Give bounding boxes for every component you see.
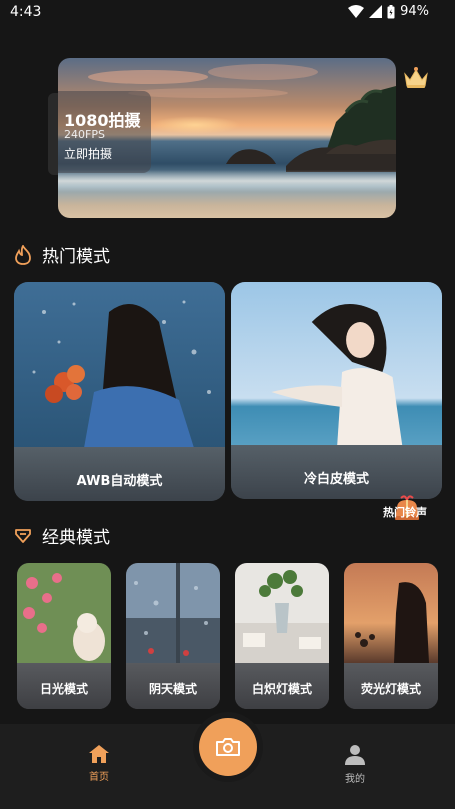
rocks	[226, 139, 396, 172]
girl-wind-photo	[231, 282, 442, 448]
vase-table-photo	[235, 563, 329, 663]
classic-section-header: 经典模式	[14, 523, 110, 548]
mode-card-label: 荧光灯模式	[360, 682, 421, 696]
camera-button[interactable]	[199, 718, 257, 776]
mode-card-awb[interactable]: AWB自动模式	[14, 282, 225, 501]
mode-card-daylight[interactable]: 日光模式	[17, 563, 111, 709]
hero-subtitle: 240FPS	[64, 128, 105, 141]
mode-card-cool-white[interactable]: 冷白皮模式	[231, 282, 442, 499]
status-bar: 4:43 94%	[0, 0, 455, 26]
home-icon	[89, 745, 109, 763]
mode-card-label: 阴天模式	[148, 682, 197, 696]
sunset-girl-photo	[344, 563, 438, 663]
nav-mine[interactable]: 我的	[325, 744, 385, 785]
mode-card-label: 冷白皮模式	[303, 472, 369, 487]
user-icon	[345, 745, 365, 765]
mode-card-cloudy[interactable]: 阴天模式	[126, 563, 220, 709]
hero-shoot-link[interactable]: 立即拍摄	[64, 145, 112, 162]
mode-card-label: 白炽灯模式	[251, 682, 312, 696]
flame-icon	[15, 244, 31, 265]
camera-icon	[216, 738, 240, 756]
rainy-window-photo	[126, 563, 220, 663]
mode-card-incandescent[interactable]: 白炽灯模式	[235, 563, 329, 709]
nav-home-label: 首页	[89, 772, 109, 783]
crown-icon[interactable]	[403, 66, 429, 90]
mode-card-fluorescent[interactable]: 荧光灯模式	[344, 563, 438, 709]
mode-card-label: AWB自动模式	[76, 474, 163, 489]
hot-section-title: 热门模式	[42, 247, 110, 267]
status-icons: 94%	[348, 4, 429, 19]
hot-ringtone-label[interactable]: 热门铃声	[383, 504, 427, 520]
girl-sea-photo	[14, 282, 225, 448]
hot-section-header: 热门模式	[14, 242, 110, 267]
mode-card-label: 日光模式	[39, 682, 88, 696]
nav-mine-label: 我的	[345, 774, 365, 785]
status-time: 4:43	[10, 4, 42, 20]
wifi-icon	[348, 5, 365, 18]
battery-percent: 94%	[400, 4, 429, 19]
signal-icon	[369, 5, 383, 18]
classic-section-title: 经典模式	[42, 528, 110, 548]
nav-home[interactable]: 首页	[69, 744, 129, 783]
battery-icon	[387, 4, 395, 18]
flowers-cat-photo	[17, 563, 111, 663]
sea-foam	[58, 170, 396, 192]
diamond-icon	[15, 528, 31, 543]
